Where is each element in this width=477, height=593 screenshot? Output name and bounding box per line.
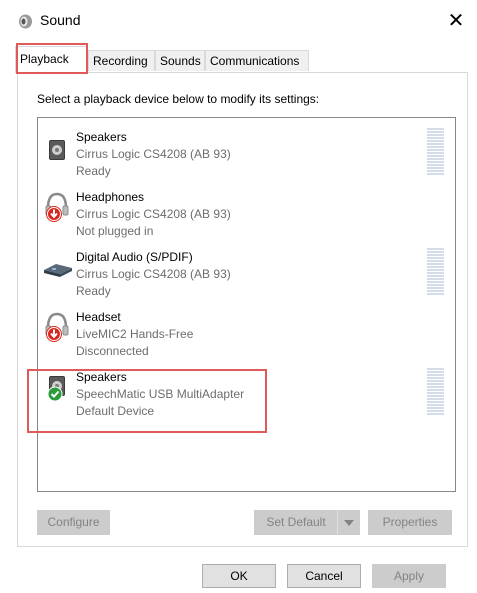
- device-item-speakers[interactable]: Speakers Cirrus Logic CS4208 (AB 93) Rea…: [38, 120, 455, 180]
- device-description: Cirrus Logic CS4208 (AB 93): [76, 207, 231, 221]
- set-default-button[interactable]: Set Default: [254, 510, 338, 535]
- device-description: SpeechMatic USB MultiAdapter: [76, 387, 245, 401]
- device-status: Disconnected: [76, 344, 149, 358]
- chevron-down-icon: [344, 520, 354, 526]
- tab-sounds[interactable]: Sounds: [155, 50, 205, 71]
- device-list[interactable]: Speakers Cirrus Logic CS4208 (AB 93) Rea…: [37, 117, 456, 492]
- tab-communications[interactable]: Communications: [205, 50, 309, 71]
- volume-meter: [427, 368, 444, 416]
- unplugged-arrow-badge: [46, 206, 62, 222]
- device-status: Ready: [76, 164, 111, 178]
- device-name: Headset: [76, 310, 121, 324]
- instruction-text: Select a playback device below to modify…: [37, 92, 320, 106]
- close-icon: ✕: [447, 9, 465, 32]
- apply-button[interactable]: Apply: [372, 564, 446, 588]
- speaker-icon: [49, 140, 65, 160]
- device-status: Default Device: [76, 404, 155, 418]
- set-default-dropdown[interactable]: [338, 510, 360, 535]
- ok-button[interactable]: OK: [202, 564, 276, 588]
- device-item-headset[interactable]: Headset LiveMIC2 Hands-Free Disconnected: [38, 300, 455, 360]
- tab-recording[interactable]: Recording: [88, 50, 155, 71]
- device-description: Cirrus Logic CS4208 (AB 93): [76, 147, 231, 161]
- device-item-headphones[interactable]: Headphones Cirrus Logic CS4208 (AB 93) N…: [38, 180, 455, 240]
- default-check-badge: [47, 386, 63, 402]
- device-description: LiveMIC2 Hands-Free: [76, 327, 194, 341]
- device-description: Cirrus Logic CS4208 (AB 93): [76, 267, 231, 281]
- headphones-icon: [45, 192, 69, 222]
- unplugged-arrow-badge: [46, 326, 62, 342]
- device-status: Ready: [76, 284, 111, 298]
- headset-icon: [45, 312, 69, 342]
- speaker-icon: [47, 376, 65, 402]
- window-title: Sound: [40, 12, 81, 28]
- volume-meter: [427, 248, 444, 296]
- device-name: Speakers: [76, 370, 127, 384]
- digital-audio-icon: [44, 264, 72, 277]
- volume-meter: [427, 128, 444, 176]
- device-status: Not plugged in: [76, 224, 154, 238]
- device-name: Headphones: [76, 190, 145, 204]
- sound-app-icon: [19, 14, 32, 29]
- device-item-digital-audio[interactable]: Digital Audio (S/PDIF) Cirrus Logic CS42…: [38, 240, 455, 300]
- tab-playback[interactable]: Playback: [15, 46, 88, 73]
- configure-button[interactable]: Configure: [37, 510, 110, 535]
- device-name: Digital Audio (S/PDIF): [76, 250, 193, 264]
- device-name: Speakers: [76, 130, 127, 144]
- close-button[interactable]: ✕: [440, 6, 472, 34]
- device-item-speakers-default[interactable]: Speakers SpeechMatic USB MultiAdapter De…: [38, 360, 455, 420]
- properties-button[interactable]: Properties: [368, 510, 452, 535]
- cancel-button[interactable]: Cancel: [287, 564, 361, 588]
